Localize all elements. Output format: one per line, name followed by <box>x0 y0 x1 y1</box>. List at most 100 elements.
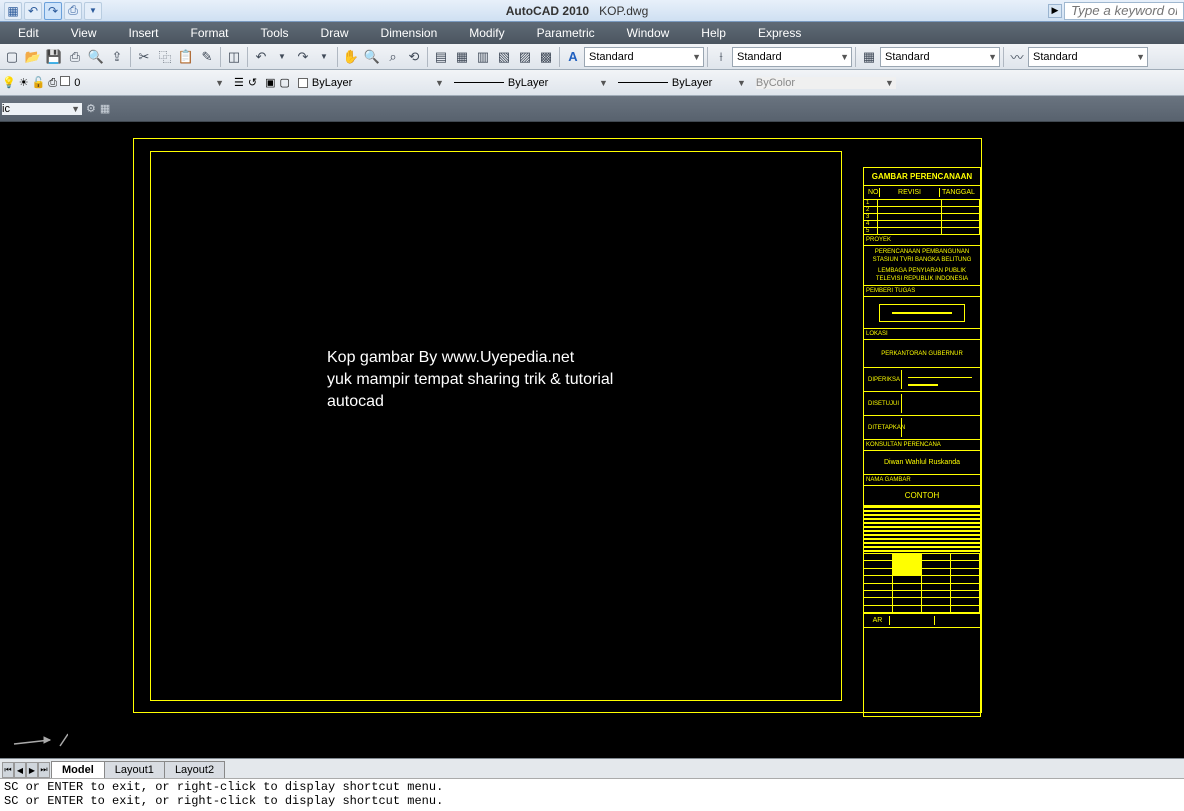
drawing-canvas[interactable]: GAMBAR PERENCANAAN NO REVISI TANGGAL 1 2… <box>0 122 1184 758</box>
paste-icon[interactable]: 📋 <box>176 47 196 67</box>
tb-dense-block-1 <box>864 506 980 554</box>
workspace-toolbar: ic▼ ⚙ ▦ <box>0 96 1184 122</box>
qat-dropdown-icon[interactable]: ▼ <box>84 2 102 20</box>
menu-tools[interactable]: Tools <box>245 23 305 43</box>
tb-revision-rows: 1 2 3 4 5 <box>864 200 980 235</box>
menubar: Edit View Insert Format Tools Draw Dimen… <box>0 22 1184 44</box>
menu-help[interactable]: Help <box>685 23 742 43</box>
overlay-text: Kop gambar By www.Uyepedia.net yuk mampi… <box>327 347 613 413</box>
undo-dd-icon[interactable]: ▼ <box>272 47 292 67</box>
help-nav-icon[interactable]: ▶ <box>1048 4 1062 18</box>
command-line[interactable]: SC or ENTER to exit, or right-click to d… <box>0 778 1184 810</box>
menu-express[interactable]: Express <box>742 23 817 43</box>
tp-icon[interactable]: ▥ <box>473 47 493 67</box>
new-icon[interactable]: ▢ <box>2 47 22 67</box>
ws-lock-icon[interactable]: ▦ <box>100 102 110 115</box>
plot-icon[interactable]: ⎙ <box>65 47 85 67</box>
redo-dd-icon[interactable]: ▼ <box>314 47 334 67</box>
cut-icon[interactable]: ✂ <box>134 47 154 67</box>
titlebar: ▦ ↶ ↷ ⎙ ▼ AutoCAD 2010 KOP.dwg ▶ <box>0 0 1184 22</box>
redo2-icon[interactable]: ↷ <box>293 47 313 67</box>
pan-icon[interactable]: ✋ <box>341 47 361 67</box>
save-icon[interactable]: 💾 <box>44 47 64 67</box>
menu-insert[interactable]: Insert <box>112 23 174 43</box>
layeriso-icon[interactable]: ▣ <box>265 76 275 89</box>
calc-icon[interactable]: ▩ <box>536 47 556 67</box>
tb-diperiksa: DIPERIKSA <box>864 368 980 392</box>
tb-ditetapkan: DITETAPKAN <box>864 416 980 440</box>
tb-dense-block-2 <box>864 554 980 614</box>
menu-view[interactable]: View <box>55 23 113 43</box>
tb-header: GAMBAR PERENCANAAN <box>864 168 980 186</box>
drawing-outer-frame: GAMBAR PERENCANAAN NO REVISI TANGGAL 1 2… <box>133 138 982 713</box>
tb-namagambar-label: NAMA GAMBAR <box>864 475 980 486</box>
workspace-combo[interactable]: ic▼ <box>2 103 82 115</box>
tb-revision-header: NO REVISI TANGGAL <box>864 186 980 200</box>
quick-access-toolbar: ▦ ↶ ↷ ⎙ ▼ <box>0 2 106 20</box>
markup-icon[interactable]: ▨ <box>515 47 535 67</box>
tab-last-icon[interactable]: ⏭ <box>38 762 50 778</box>
dc-icon[interactable]: ▦ <box>452 47 472 67</box>
tab-next-icon[interactable]: ▶ <box>26 762 38 778</box>
search-input[interactable] <box>1064 2 1184 20</box>
menu-modify[interactable]: Modify <box>453 23 520 43</box>
menu-edit[interactable]: Edit <box>2 23 55 43</box>
layerstate-icon[interactable]: ☰ <box>234 76 244 89</box>
dimstyle-combo[interactable]: Standard▼ <box>732 47 852 67</box>
tab-layout1[interactable]: Layout1 <box>104 761 165 778</box>
tablestyle-icon[interactable]: ▦ <box>859 47 879 67</box>
layout-tabs: ⏮ ◀ ▶ ⏭ Model Layout1 Layout2 <box>0 758 1184 778</box>
menu-parametric[interactable]: Parametric <box>521 23 611 43</box>
tb-pemberi-box <box>864 297 980 329</box>
tb-lokasi: PERKANTORAN GUBERNUR <box>864 340 980 368</box>
menu-dimension[interactable]: Dimension <box>365 23 454 43</box>
tab-prev-icon[interactable]: ◀ <box>14 762 26 778</box>
layer-combo[interactable]: 💡 ☀ 🔓 ⎙ 0▼ <box>2 76 226 90</box>
color-combo[interactable]: ByLayer▼ <box>298 77 446 89</box>
tb-proyek-label: PROYEK <box>864 235 980 246</box>
tb-proyek: PERENCANAAN PEMBANGUNAN STASIUN TVRI BAN… <box>864 246 980 286</box>
tab-layout2[interactable]: Layout2 <box>164 761 225 778</box>
match-icon[interactable]: ✎ <box>197 47 217 67</box>
mlstyle-combo[interactable]: Standard▼ <box>1028 47 1148 67</box>
layeruniso-icon[interactable]: ▢ <box>280 76 290 89</box>
lineweight-combo[interactable]: ByLayer▼ <box>618 77 748 89</box>
redo-icon[interactable]: ↷ <box>44 2 62 20</box>
title-block: GAMBAR PERENCANAAN NO REVISI TANGGAL 1 2… <box>863 167 981 717</box>
menu-draw[interactable]: Draw <box>305 23 365 43</box>
tb-konsultan-label: KONSULTAN PERENCANA <box>864 440 980 451</box>
textstyle-icon[interactable]: A <box>563 47 583 67</box>
layerprev-icon[interactable]: ↺ <box>248 76 257 89</box>
undo2-icon[interactable]: ↶ <box>251 47 271 67</box>
tablestyle-combo[interactable]: Standard▼ <box>880 47 1000 67</box>
dimstyle-icon[interactable]: ⟊ <box>711 47 731 67</box>
tb-lokasi-label: LOKASI <box>864 329 980 340</box>
zoom-win-icon[interactable]: ⌕ <box>383 47 403 67</box>
props-icon[interactable]: ▤ <box>431 47 451 67</box>
tb-ar-row: AR <box>864 614 980 628</box>
preview-icon[interactable]: 🔍 <box>86 47 106 67</box>
print-icon[interactable]: ⎙ <box>64 2 82 20</box>
undo-icon[interactable]: ↶ <box>24 2 42 20</box>
copy-icon[interactable]: ⿻ <box>155 47 175 67</box>
tab-model[interactable]: Model <box>51 761 105 778</box>
window-title: AutoCAD 2010 KOP.dwg <box>106 4 1048 18</box>
ws-settings-icon[interactable]: ⚙ <box>86 102 96 115</box>
ssm-icon[interactable]: ▧ <box>494 47 514 67</box>
app-menu-icon[interactable]: ▦ <box>4 2 22 20</box>
menu-format[interactable]: Format <box>175 23 245 43</box>
layer-properties-toolbar: 💡 ☀ 🔓 ⎙ 0▼ ☰ ↺ ▣ ▢ ByLayer▼ ByLayer▼ ByL… <box>0 70 1184 96</box>
menu-window[interactable]: Window <box>611 23 686 43</box>
tb-pemberi-label: PEMBERI TUGAS <box>864 286 980 297</box>
ucs-icon <box>8 726 68 750</box>
publish-icon[interactable]: ⇪ <box>107 47 127 67</box>
textstyle-combo[interactable]: Standard▼ <box>584 47 704 67</box>
zoom-rt-icon[interactable]: 🔍 <box>362 47 382 67</box>
open-icon[interactable]: 📂 <box>23 47 43 67</box>
linetype-combo[interactable]: ByLayer▼ <box>454 77 610 89</box>
block-icon[interactable]: ◫ <box>224 47 244 67</box>
tb-konsultan-name: Diwan Wahlul Ruskanda <box>864 451 980 475</box>
mlstyle-icon[interactable]: 〰 <box>1007 47 1027 67</box>
zoom-prev-icon[interactable]: ⟲ <box>404 47 424 67</box>
tab-first-icon[interactable]: ⏮ <box>2 762 14 778</box>
